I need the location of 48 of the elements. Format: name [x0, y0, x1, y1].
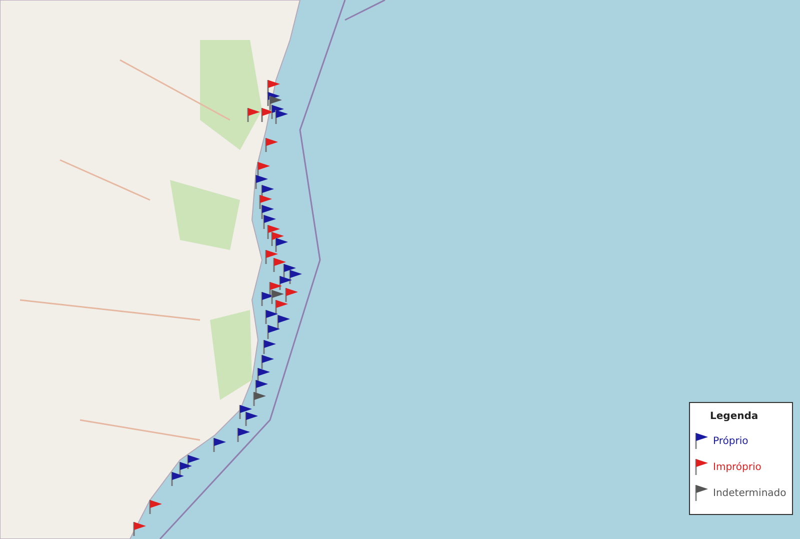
flag-marker[interactable] [269, 282, 282, 296]
flag-marker[interactable] [247, 108, 260, 122]
flag-marker[interactable] [171, 472, 184, 486]
flag-marker[interactable] [179, 462, 192, 476]
flag-marker[interactable] [213, 438, 226, 452]
flag-marker[interactable] [265, 250, 278, 264]
flag-marker[interactable] [263, 340, 276, 354]
flag-marker[interactable] [261, 185, 274, 199]
flag-marker[interactable] [285, 288, 298, 302]
legend-label: Impróprio [713, 460, 762, 474]
flag-marker[interactable] [271, 290, 284, 304]
flag-marker[interactable] [149, 500, 162, 514]
flag-marker[interactable] [261, 108, 274, 122]
flag-marker[interactable] [269, 96, 282, 110]
flag-marker[interactable] [261, 355, 274, 369]
flag-marker[interactable] [279, 276, 292, 290]
flag-marker[interactable] [259, 195, 272, 209]
flag-marker[interactable] [265, 310, 278, 324]
flag-marker[interactable] [245, 412, 258, 426]
legend-label: Próprio [713, 434, 748, 448]
flag-marker[interactable] [261, 205, 274, 219]
flag-marker[interactable] [289, 270, 302, 284]
flag-marker[interactable] [257, 368, 270, 382]
flag-marker[interactable] [261, 292, 274, 306]
park-area [170, 180, 240, 250]
flag-marker[interactable] [271, 105, 284, 119]
flag-marker[interactable] [255, 175, 268, 189]
flag-marker[interactable] [273, 258, 286, 272]
flag-marker[interactable] [283, 264, 296, 278]
flag-marker[interactable] [133, 522, 146, 536]
flag-marker[interactable] [275, 110, 288, 124]
flag-marker[interactable] [275, 300, 288, 314]
flag-marker[interactable] [187, 455, 200, 469]
flag-marker[interactable] [267, 80, 280, 94]
flag-marker[interactable] [267, 225, 280, 239]
flag-marker[interactable] [253, 392, 266, 406]
flag-marker[interactable] [239, 405, 252, 419]
flag-marker[interactable] [257, 162, 270, 176]
legend-title: Legenda [709, 410, 760, 424]
flag-marker[interactable] [237, 428, 250, 442]
flag-marker[interactable] [255, 380, 268, 394]
flag-marker[interactable] [265, 138, 278, 152]
flag-marker[interactable] [277, 315, 290, 329]
flag-marker[interactable] [271, 232, 284, 246]
flag-marker[interactable] [267, 325, 280, 339]
flag-marker[interactable] [263, 215, 276, 229]
flag-marker[interactable] [275, 238, 288, 252]
legend-label: Indeterminado [713, 486, 786, 500]
